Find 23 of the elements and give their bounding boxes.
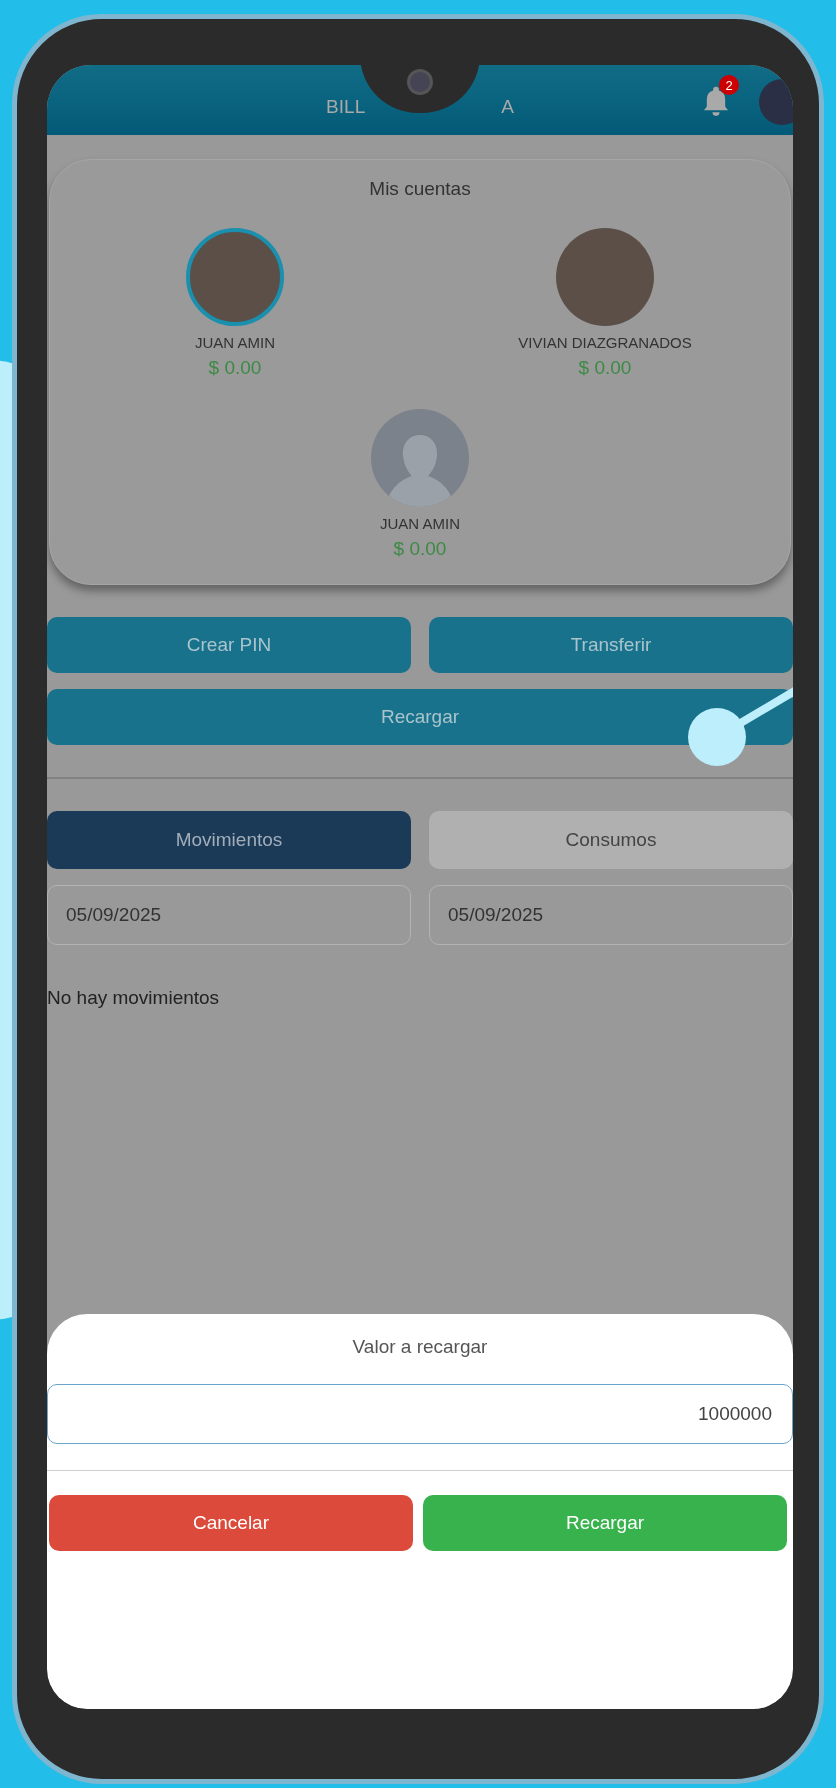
date-field[interactable]: 05/09/2025 <box>429 885 793 945</box>
account-name: VIVIAN DIAZGRANADOS <box>518 334 692 351</box>
action-button[interactable]: Recargar <box>47 689 793 745</box>
card-title: Mis cuentas <box>369 178 471 200</box>
avatar-photo-placeholder[interactable] <box>759 79 793 125</box>
account-balance: $ 0.00 <box>208 357 262 379</box>
dialog-title: Valor a recargar <box>351 1336 489 1358</box>
notification-badge: 2 <box>719 75 739 95</box>
tab[interactable]: Movimientos <box>47 811 411 869</box>
action-button[interactable]: Transferir <box>429 617 793 673</box>
date-field[interactable]: 05/09/2025 <box>47 885 411 945</box>
header-title: BILL <box>326 96 366 118</box>
action-button[interactable]: Crear PIN <box>47 617 411 673</box>
account-name: JUAN AMIN <box>195 334 275 351</box>
cancel-button[interactable]: Cancelar <box>49 1495 413 1551</box>
amount-input[interactable]: 1000000 <box>47 1384 793 1444</box>
tab[interactable]: Consumos <box>429 811 793 869</box>
confirm-button[interactable]: Recargar <box>423 1495 787 1551</box>
header-title: A <box>501 96 514 118</box>
account-name: JUAN AMIN <box>380 515 460 532</box>
account-balance: $ 0.00 <box>578 357 632 379</box>
account-balance: $ 0.00 <box>393 538 447 560</box>
empty-message: No hay movimientos <box>47 987 221 1009</box>
